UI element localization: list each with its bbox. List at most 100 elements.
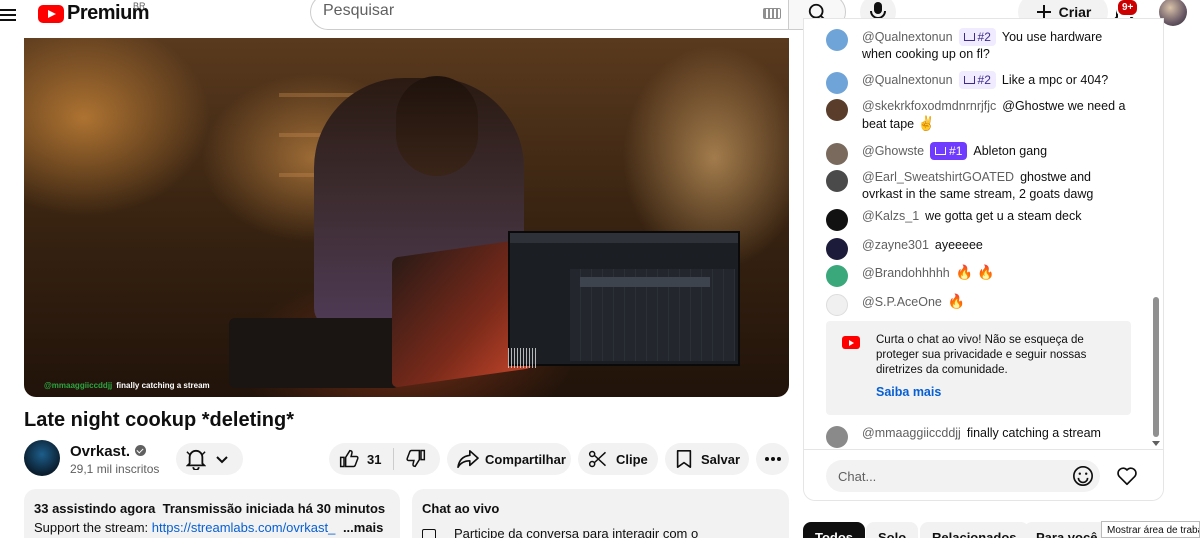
chat-overlay-text: finally catching a stream xyxy=(116,381,210,390)
search-input[interactable] xyxy=(323,2,743,20)
chip-solo[interactable]: Solo xyxy=(866,522,919,538)
chat-message-body: @Ghowste #1 Ableton gang xyxy=(826,142,1126,160)
live-chat-title: Chat ao vivo xyxy=(422,501,500,516)
daw-track xyxy=(580,277,710,287)
crown-icon xyxy=(963,33,975,41)
chat-guidelines-notice: Curta o chat ao vivo! Não se esqueça de … xyxy=(826,321,1131,415)
chat-author: @Qualnextonun xyxy=(862,73,953,87)
chat-message-body: @S.P.AceOne 🔥 xyxy=(826,293,1126,311)
chat-input[interactable] xyxy=(826,460,1100,492)
clip-button[interactable]: Clipe xyxy=(578,443,658,475)
chip-for-you[interactable]: Para você xyxy=(1024,522,1110,538)
live-chat-collapsed: Chat ao vivo Participe da conversa para … xyxy=(412,489,789,538)
more-actions-button[interactable] xyxy=(756,443,789,475)
channel-name-link[interactable]: Ovrkast. xyxy=(70,443,147,460)
fire-icon: 🔥 xyxy=(947,293,966,309)
chat-author: @skekrkfoxodmdnrnrjfjc xyxy=(862,99,997,113)
share-button[interactable]: Compartilhar xyxy=(447,443,571,475)
rank-badge-label: #2 xyxy=(977,30,991,44)
dislike-button[interactable] xyxy=(406,448,426,471)
chat-message[interactable]: @Brandohhhhh 🔥 🔥 xyxy=(826,264,1126,287)
rank-badge: #1 xyxy=(930,142,968,160)
chat-message[interactable]: @mmaaggiiccddjj finally catching a stream xyxy=(826,425,1126,448)
chat-author: @S.P.AceOne xyxy=(862,295,942,309)
show-more-button[interactable]: ...mais xyxy=(343,520,383,535)
thumbs-down-icon xyxy=(406,449,426,467)
victory-hand-icon: ✌ xyxy=(917,115,936,131)
live-chat-prompt: Participe da conversa para interagir com… xyxy=(454,526,699,538)
smiley-icon[interactable] xyxy=(1072,465,1094,487)
chat-avatar xyxy=(826,170,848,192)
youtube-premium-logo[interactable]: Premium BR xyxy=(38,1,150,25)
chat-message[interactable]: @zayne301 ayeeeee xyxy=(826,237,1126,260)
chip-related[interactable]: Relacionados xyxy=(920,522,1029,538)
share-arrow-icon xyxy=(457,450,479,468)
save-button[interactable]: Salvar xyxy=(665,443,749,475)
more-horiz-icon xyxy=(764,457,781,461)
like-button[interactable]: 31 xyxy=(339,449,381,469)
daw-toolbar xyxy=(510,233,738,243)
streamlabs-link[interactable]: https://streamlabs.com/ovrkast_ xyxy=(152,520,336,535)
chat-input-bar xyxy=(804,449,1163,500)
crown-icon xyxy=(935,147,947,155)
chat-message[interactable]: @S.P.AceOne 🔥 xyxy=(826,293,1126,316)
chat-text: Ableton gang xyxy=(973,144,1048,158)
mpc-device xyxy=(229,318,399,388)
like-dislike-group: 31 xyxy=(329,443,440,475)
chat-message-body: @skekrkfoxodmdnrnrjfjc @Ghostwe we need a… xyxy=(826,98,1126,133)
description-text: Support the stream: https://streamlabs.c… xyxy=(34,520,390,535)
chat-author: @zayne301 xyxy=(862,238,929,252)
menu-icon[interactable] xyxy=(0,6,18,22)
chevron-down-icon xyxy=(216,456,228,464)
chat-scrollbar[interactable] xyxy=(1153,297,1159,437)
chat-overlay: @mmaaggiiccddjj finally catching a stream xyxy=(44,381,210,390)
verified-icon xyxy=(135,445,147,456)
description-stats: 33 assistindo agora Transmissão iniciada… xyxy=(34,501,390,516)
chat-message-body: @Brandohhhhh 🔥 🔥 xyxy=(826,264,1126,282)
stream-started: Transmissão iniciada há 30 minutos xyxy=(162,501,386,516)
chat-message[interactable]: @Ghowste #1 Ableton gang xyxy=(826,142,1126,165)
chat-avatar xyxy=(826,294,848,316)
support-text: Support the stream: xyxy=(34,520,149,535)
chat-text: finally catching a stream xyxy=(966,426,1101,440)
youtube-logo-icon xyxy=(38,4,64,23)
share-label: Compartilhar xyxy=(485,451,566,467)
search-box xyxy=(310,0,788,30)
rank-badge: #2 xyxy=(958,71,996,89)
heart-icon[interactable] xyxy=(1116,465,1138,487)
subscription-bell-button[interactable] xyxy=(176,443,243,475)
chat-message-body: @zayne301 ayeeeee xyxy=(826,237,1126,254)
daw-monitor xyxy=(508,231,740,366)
chat-message[interactable]: @Qualnextonun #2 You use hardware when coo… xyxy=(826,28,1126,63)
chat-text: ayeeeee xyxy=(934,238,983,252)
chat-avatar xyxy=(826,29,848,51)
chat-avatar xyxy=(826,238,848,260)
chat-author: @Ghowste xyxy=(862,144,925,158)
bell-icon xyxy=(186,449,206,470)
youtube-logo-icon xyxy=(842,336,860,349)
channel-name: Ovrkast. xyxy=(70,443,131,460)
channel-avatar[interactable] xyxy=(24,440,60,476)
like-divider xyxy=(393,448,395,470)
chat-message[interactable]: @Qualnextonun #2 Like a mpc or 404? xyxy=(826,71,1126,94)
chat-avatar xyxy=(826,426,848,448)
keyboard-icon[interactable] xyxy=(763,8,781,19)
chat-text: we gotta get u a steam deck xyxy=(925,209,1082,223)
chat-message[interactable]: @skekrkfoxodmdnrnrjfjc @Ghostwe we need a… xyxy=(826,98,1126,133)
live-chat-panel: @Qualnextonun #2 You use hardware when coo… xyxy=(803,18,1164,501)
chat-author: @Earl_SweatshirtGOATED xyxy=(862,170,1015,184)
subscriber-count: 29,1 mil inscritos xyxy=(70,462,160,476)
clip-label: Clipe xyxy=(616,451,648,467)
scissors-icon xyxy=(588,450,607,468)
scroll-down-arrow-icon[interactable] xyxy=(1152,441,1160,446)
video-player[interactable]: @mmaaggiiccddjj finally catching a stream xyxy=(24,38,789,397)
chip-all[interactable]: Todos xyxy=(803,522,866,538)
chat-message[interactable]: @Kalzs_1 we gotta get u a steam deck xyxy=(826,208,1126,231)
chat-author: @Brandohhhhh xyxy=(862,266,950,280)
learn-more-link[interactable]: Saiba mais xyxy=(876,385,941,400)
chat-message[interactable]: @Earl_SweatshirtGOATED ghostwe and ovrkas… xyxy=(826,169,1126,203)
video-title: Late night cookup *deleting* xyxy=(24,409,295,431)
crown-icon xyxy=(963,76,975,84)
live-chat-prompt-row: Participe da conversa para interagir com… xyxy=(422,526,779,538)
description-box[interactable]: 33 assistindo agora Transmissão iniciada… xyxy=(24,489,400,538)
